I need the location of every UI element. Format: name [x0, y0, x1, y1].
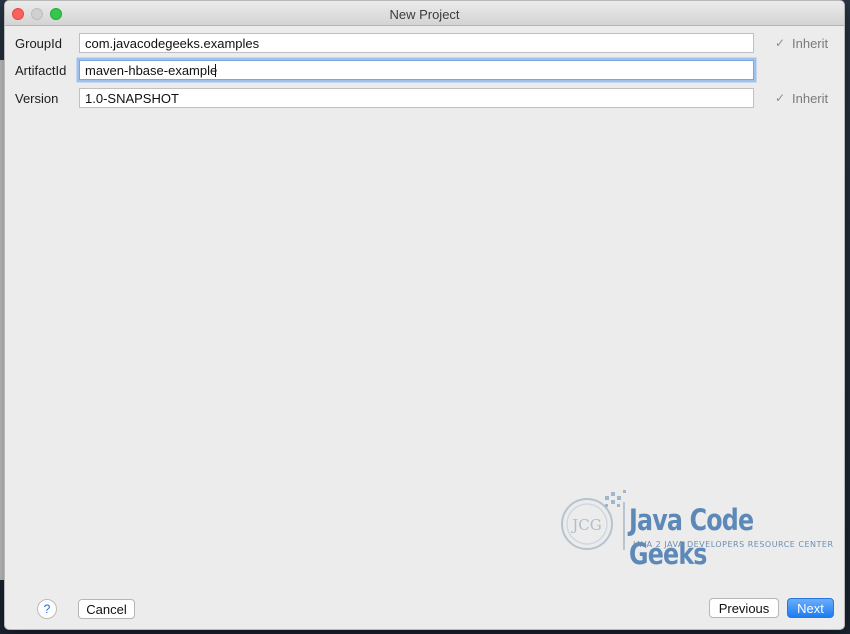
checkmark-icon: ✓ [775, 36, 786, 50]
logo-badge-text: JCG [570, 516, 601, 534]
cancel-button[interactable]: Cancel [78, 599, 135, 619]
artifact-id-row: ArtifactId [5, 60, 844, 82]
artifact-id-label: ArtifactId [15, 63, 67, 78]
checkmark-icon: ✓ [775, 91, 786, 105]
version-label: Version [15, 91, 59, 106]
group-id-input[interactable] [79, 33, 754, 53]
new-project-dialog: New Project GroupId ✓Inherit ArtifactId … [4, 0, 845, 630]
group-id-inherit-label: Inherit [792, 36, 829, 51]
group-id-row: GroupId ✓ Inherit [5, 33, 844, 55]
version-row: Version ✓ Inherit [5, 88, 844, 110]
version-input[interactable] [79, 88, 754, 108]
next-button[interactable]: Next [787, 598, 834, 618]
help-button[interactable]: ? [37, 599, 57, 619]
previous-button[interactable]: Previous [709, 598, 779, 618]
version-inherit-label: Inherit [792, 91, 829, 106]
title-bar[interactable]: New Project [5, 1, 844, 26]
version-inherit-checkbox[interactable]: ✓ Inherit [775, 91, 828, 106]
group-id-inherit-checkbox[interactable]: ✓ Inherit [775, 36, 828, 51]
artifact-id-input[interactable] [79, 60, 754, 80]
text-caret [215, 64, 216, 77]
window-title: New Project [389, 7, 460, 22]
logo-tagline: JAVA 2 JAVA DEVELOPERS RESOURCE CENTER [633, 540, 834, 549]
group-id-label: GroupId [15, 36, 62, 51]
logo-name: Java Code Geeks [629, 503, 754, 571]
